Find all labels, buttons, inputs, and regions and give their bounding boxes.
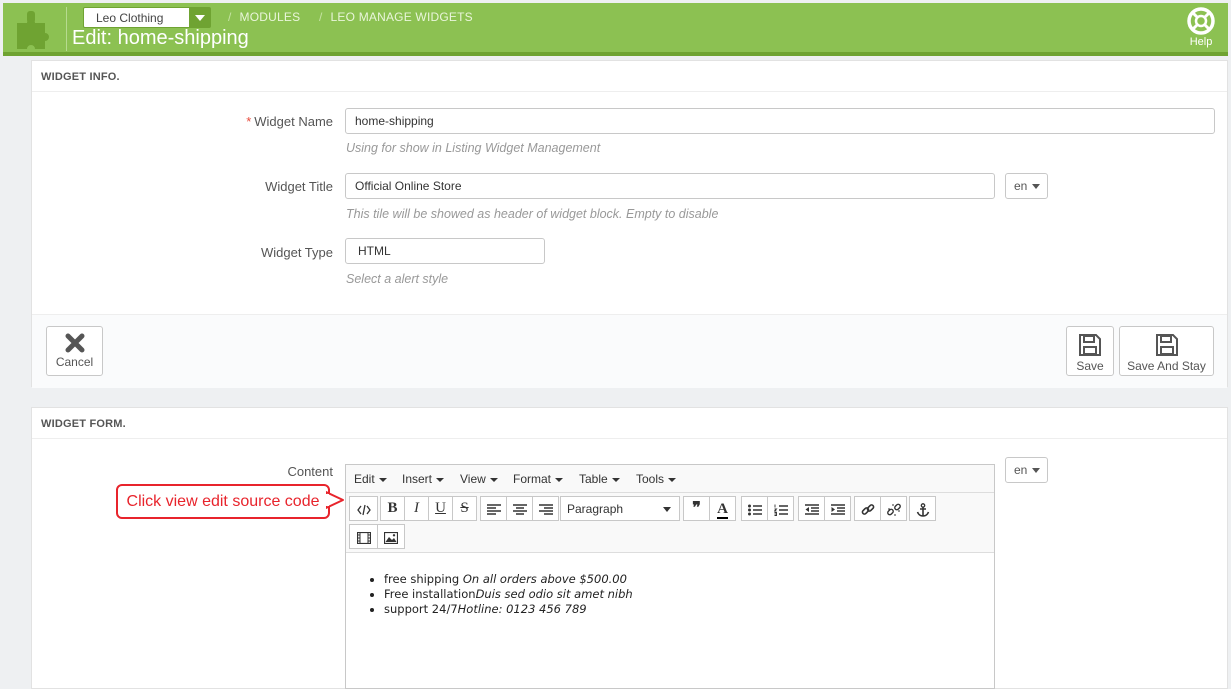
cancel-button[interactable]: Cancel xyxy=(46,326,103,376)
breadcrumb-leo-manage-widgets[interactable]: / LEO MANAGE WIDGETS xyxy=(319,10,473,24)
header-divider xyxy=(66,7,67,51)
page-title: Edit: home-shipping xyxy=(72,27,249,49)
menu-format[interactable]: Format xyxy=(513,472,563,486)
breadcrumb-modules[interactable]: / MODULES xyxy=(228,10,300,24)
insert-link-button[interactable] xyxy=(854,496,881,521)
save-and-stay-label: Save And Stay xyxy=(1127,359,1206,373)
panel-heading-widget-form: WIDGET FORM. xyxy=(32,408,1227,439)
close-icon xyxy=(65,333,84,353)
chevron-down-icon xyxy=(189,8,210,27)
blockquote-button[interactable]: ❞ xyxy=(683,496,710,521)
main-content: WIDGET INFO. * Widget Name home-shipping … xyxy=(31,60,1228,689)
align-left-icon xyxy=(486,503,501,515)
block-format-select[interactable]: Paragraph xyxy=(560,496,680,521)
bullet-list-icon xyxy=(747,504,762,516)
shop-selector-value: Leo Clothing xyxy=(96,11,164,25)
save-label: Save xyxy=(1076,359,1104,373)
text-color-icon: A xyxy=(717,501,728,519)
shop-selector[interactable]: Leo Clothing xyxy=(83,7,211,28)
numbered-list-icon xyxy=(772,504,788,516)
align-right-button[interactable] xyxy=(532,496,559,521)
floppy-disk-icon xyxy=(1155,334,1178,356)
widget-type-hint: Select a alert style xyxy=(346,272,449,286)
widget-name-label: * Widget Name xyxy=(246,114,333,129)
insert-video-button[interactable] xyxy=(349,524,378,549)
widget-title-hint: This tile will be showed as header of wi… xyxy=(346,207,719,221)
film-icon xyxy=(356,531,371,544)
bold-button[interactable]: B xyxy=(380,496,405,521)
panel-heading-widget-info: WIDGET INFO. xyxy=(32,61,1227,92)
widget-name-input[interactable]: home-shipping xyxy=(345,108,1215,134)
list-item: free shipping On all orders above $500.0… xyxy=(384,573,994,586)
code-icon xyxy=(356,504,371,515)
callout-arrow-icon xyxy=(326,491,344,509)
menu-edit[interactable]: Edit xyxy=(354,472,387,486)
widget-title-language-select[interactable]: en xyxy=(1005,173,1048,199)
cancel-label: Cancel xyxy=(55,355,94,369)
strikethrough-button[interactable]: S xyxy=(452,496,477,521)
underline-button[interactable]: U xyxy=(428,496,453,521)
source-code-button[interactable] xyxy=(349,496,378,521)
menu-table[interactable]: Table xyxy=(579,472,620,486)
puzzle-logo-icon xyxy=(17,11,49,49)
floppy-disk-icon xyxy=(1079,334,1101,356)
indent-button[interactable] xyxy=(824,496,851,521)
help-label: Help xyxy=(1189,36,1213,48)
menu-tools[interactable]: Tools xyxy=(636,472,676,486)
content-language-select[interactable]: en xyxy=(1005,457,1048,483)
anchor-button[interactable] xyxy=(909,496,936,521)
image-icon xyxy=(383,531,399,544)
menu-view[interactable]: View xyxy=(460,472,498,486)
widget-title-input[interactable]: Official Online Store xyxy=(345,173,995,199)
widget-title-label: Widget Title xyxy=(265,179,333,194)
insert-image-button[interactable] xyxy=(377,524,405,549)
list-item: support 24/7Hotline: 0123 456 789 xyxy=(384,603,994,616)
anchor-icon xyxy=(916,502,929,517)
bullet-list-button[interactable] xyxy=(741,496,768,521)
outdent-button[interactable] xyxy=(798,496,825,521)
widget-info-footer: Cancel Save Save And Stay xyxy=(32,314,1227,388)
widget-type-label: Widget Type xyxy=(260,245,333,260)
list-item: Free installationDuis sed odio sit amet … xyxy=(384,588,994,601)
link-icon xyxy=(861,503,874,515)
widget-name-hint: Using for show in Listing Widget Managem… xyxy=(346,141,601,155)
help-button[interactable]: Help xyxy=(1186,7,1216,48)
annotation-callout: Click view edit source code xyxy=(116,484,330,519)
outdent-icon xyxy=(804,503,819,515)
save-and-stay-button[interactable]: Save And Stay xyxy=(1119,326,1214,376)
indent-icon xyxy=(830,503,845,515)
editor-menubar: Edit Insert View Format Table Tools xyxy=(346,465,994,493)
editor-content-area[interactable]: free shipping On all orders above $500.0… xyxy=(346,553,994,618)
widget-info-panel: WIDGET INFO. * Widget Name home-shipping … xyxy=(31,60,1228,388)
align-center-icon xyxy=(512,503,527,515)
align-right-icon xyxy=(538,503,553,515)
unlink-icon xyxy=(886,503,901,516)
top-header: Leo Clothing / MODULES / LEO MANAGE WIDGET… xyxy=(3,3,1228,56)
editor-toolbar: B I U S Paragraph ❞ A xyxy=(346,493,994,553)
menu-insert[interactable]: Insert xyxy=(402,472,444,486)
rich-text-editor: Edit Insert View Format Table Tools B I … xyxy=(345,464,995,689)
numbered-list-button[interactable] xyxy=(767,496,794,521)
text-color-button[interactable]: A xyxy=(709,496,736,521)
align-center-button[interactable] xyxy=(506,496,533,521)
content-label: Content xyxy=(287,464,333,479)
widget-type-select[interactable]: HTML xyxy=(345,238,545,264)
lifebuoy-icon xyxy=(1187,7,1215,35)
remove-link-button[interactable] xyxy=(880,496,907,521)
align-left-button[interactable] xyxy=(480,496,507,521)
widget-form-panel: WIDGET FORM. Content en Edit Insert View… xyxy=(31,407,1228,689)
save-button[interactable]: Save xyxy=(1066,326,1114,376)
editor-bullet-list: free shipping On all orders above $500.0… xyxy=(384,573,994,616)
italic-button[interactable]: I xyxy=(404,496,429,521)
